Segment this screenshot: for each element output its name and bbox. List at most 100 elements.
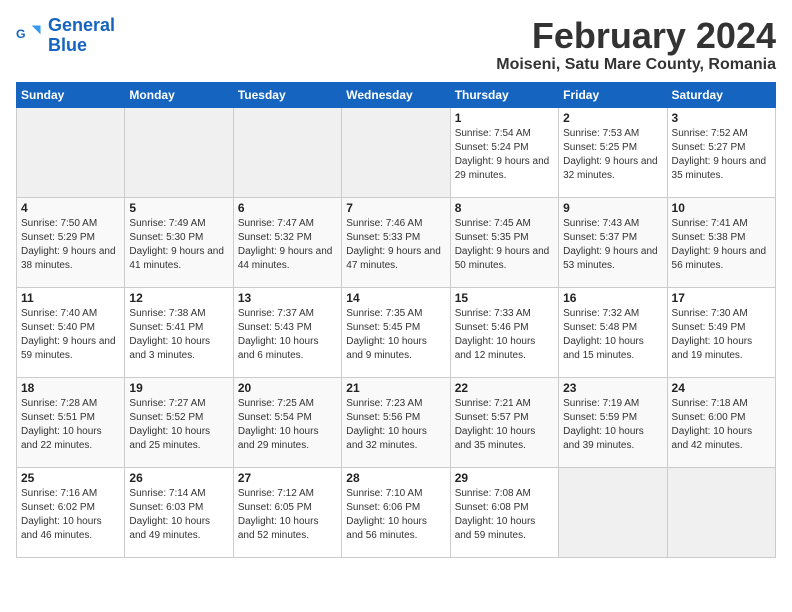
calendar-cell: 11 Sunrise: 7:40 AM Sunset: 5:40 PM Dayli… bbox=[17, 287, 125, 377]
day-number: 24 bbox=[672, 381, 771, 395]
calendar-cell bbox=[667, 467, 775, 557]
calendar-cell: 28 Sunrise: 7:10 AM Sunset: 6:06 PM Dayli… bbox=[342, 467, 450, 557]
day-number: 15 bbox=[455, 291, 554, 305]
day-number: 2 bbox=[563, 111, 662, 125]
day-number: 18 bbox=[21, 381, 120, 395]
day-info: Sunrise: 7:49 AM Sunset: 5:30 PM Dayligh… bbox=[129, 217, 228, 273]
calendar-week-row: 25 Sunrise: 7:16 AM Sunset: 6:02 PM Dayli… bbox=[17, 467, 776, 557]
page-header: G General Blue February 2024 Moiseni, Sa… bbox=[16, 16, 776, 74]
calendar-cell: 27Sunrise: 7:12 AM Sunset: 6:05 PM Dayli… bbox=[233, 467, 341, 557]
calendar-cell: 13 Sunrise: 7:37 AM Sunset: 5:43 PM Dayli… bbox=[233, 287, 341, 377]
day-info: Sunrise: 7:10 AM Sunset: 6:06 PM Dayligh… bbox=[346, 487, 445, 543]
calendar-cell: 16 Sunrise: 7:32 AM Sunset: 5:48 PM Dayli… bbox=[559, 287, 667, 377]
day-number: 8 bbox=[455, 201, 554, 215]
day-number: 16 bbox=[563, 291, 662, 305]
calendar-cell bbox=[125, 107, 233, 197]
calendar-cell: 22Sunrise: 7:21 AM Sunset: 5:57 PM Dayli… bbox=[450, 377, 558, 467]
calendar-cell: 7 Sunrise: 7:46 AM Sunset: 5:33 PM Daylig… bbox=[342, 197, 450, 287]
svg-text:G: G bbox=[16, 27, 26, 41]
day-number: 17 bbox=[672, 291, 771, 305]
day-number: 7 bbox=[346, 201, 445, 215]
day-info: Sunrise: 7:45 AM Sunset: 5:35 PM Dayligh… bbox=[455, 217, 554, 273]
calendar-header-row: Sunday Monday Tuesday Wednesday Thursday… bbox=[17, 82, 776, 107]
day-number: 29 bbox=[455, 471, 554, 485]
day-number: 27 bbox=[238, 471, 337, 485]
day-info: Sunrise: 7:19 AM Sunset: 5:59 PM Dayligh… bbox=[563, 397, 662, 453]
day-info: Sunrise: 7:27 AM Sunset: 5:52 PM Dayligh… bbox=[129, 397, 228, 453]
day-number: 28 bbox=[346, 471, 445, 485]
day-number: 3 bbox=[672, 111, 771, 125]
calendar-cell: 24 Sunrise: 7:18 AM Sunset: 6:00 PM Dayli… bbox=[667, 377, 775, 467]
calendar-cell: 3Sunrise: 7:52 AM Sunset: 5:27 PM Daylig… bbox=[667, 107, 775, 197]
day-number: 10 bbox=[672, 201, 771, 215]
day-info: Sunrise: 7:35 AM Sunset: 5:45 PM Dayligh… bbox=[346, 307, 445, 363]
day-info: Sunrise: 7:18 AM Sunset: 6:00 PM Dayligh… bbox=[672, 397, 771, 453]
header-monday: Monday bbox=[125, 82, 233, 107]
calendar-cell: 14Sunrise: 7:35 AM Sunset: 5:45 PM Dayli… bbox=[342, 287, 450, 377]
logo-line2: Blue bbox=[48, 35, 87, 55]
header-sunday: Sunday bbox=[17, 82, 125, 107]
day-info: Sunrise: 7:23 AM Sunset: 5:56 PM Dayligh… bbox=[346, 397, 445, 453]
calendar-week-row: 11 Sunrise: 7:40 AM Sunset: 5:40 PM Dayli… bbox=[17, 287, 776, 377]
calendar-table: Sunday Monday Tuesday Wednesday Thursday… bbox=[16, 82, 776, 558]
day-info: Sunrise: 7:33 AM Sunset: 5:46 PM Dayligh… bbox=[455, 307, 554, 363]
calendar-cell: 20Sunrise: 7:25 AM Sunset: 5:54 PM Dayli… bbox=[233, 377, 341, 467]
calendar-cell: 8 Sunrise: 7:45 AM Sunset: 5:35 PM Daylig… bbox=[450, 197, 558, 287]
calendar-cell: 21 Sunrise: 7:23 AM Sunset: 5:56 PM Dayli… bbox=[342, 377, 450, 467]
calendar-cell: 23Sunrise: 7:19 AM Sunset: 5:59 PM Dayli… bbox=[559, 377, 667, 467]
logo-line1: General bbox=[48, 15, 115, 35]
day-info: Sunrise: 7:16 AM Sunset: 6:02 PM Dayligh… bbox=[21, 487, 120, 543]
calendar-cell: 10 Sunrise: 7:41 AM Sunset: 5:38 PM Dayli… bbox=[667, 197, 775, 287]
calendar-cell: 25 Sunrise: 7:16 AM Sunset: 6:02 PM Dayli… bbox=[17, 467, 125, 557]
day-info: Sunrise: 7:21 AM Sunset: 5:57 PM Dayligh… bbox=[455, 397, 554, 453]
header-saturday: Saturday bbox=[667, 82, 775, 107]
day-info: Sunrise: 7:53 AM Sunset: 5:25 PM Dayligh… bbox=[563, 127, 662, 183]
calendar-cell: 12 Sunrise: 7:38 AM Sunset: 5:41 PM Dayli… bbox=[125, 287, 233, 377]
day-number: 4 bbox=[21, 201, 120, 215]
calendar-cell: 17 Sunrise: 7:30 AM Sunset: 5:49 PM Dayli… bbox=[667, 287, 775, 377]
header-wednesday: Wednesday bbox=[342, 82, 450, 107]
calendar-cell: 5Sunrise: 7:49 AM Sunset: 5:30 PM Daylig… bbox=[125, 197, 233, 287]
day-info: Sunrise: 7:40 AM Sunset: 5:40 PM Dayligh… bbox=[21, 307, 120, 363]
location-title: Moiseni, Satu Mare County, Romania bbox=[496, 56, 776, 74]
day-info: Sunrise: 7:37 AM Sunset: 5:43 PM Dayligh… bbox=[238, 307, 337, 363]
calendar-cell: 1 Sunrise: 7:54 AM Sunset: 5:24 PM Daylig… bbox=[450, 107, 558, 197]
day-info: Sunrise: 7:28 AM Sunset: 5:51 PM Dayligh… bbox=[21, 397, 120, 453]
day-info: Sunrise: 7:30 AM Sunset: 5:49 PM Dayligh… bbox=[672, 307, 771, 363]
calendar-cell: 4 Sunrise: 7:50 AM Sunset: 5:29 PM Daylig… bbox=[17, 197, 125, 287]
day-number: 20 bbox=[238, 381, 337, 395]
day-info: Sunrise: 7:41 AM Sunset: 5:38 PM Dayligh… bbox=[672, 217, 771, 273]
day-number: 19 bbox=[129, 381, 228, 395]
calendar-week-row: 18 Sunrise: 7:28 AM Sunset: 5:51 PM Dayli… bbox=[17, 377, 776, 467]
day-number: 12 bbox=[129, 291, 228, 305]
day-number: 11 bbox=[21, 291, 120, 305]
calendar-cell bbox=[17, 107, 125, 197]
calendar-cell: 15 Sunrise: 7:33 AM Sunset: 5:46 PM Dayli… bbox=[450, 287, 558, 377]
day-number: 26 bbox=[129, 471, 228, 485]
day-number: 21 bbox=[346, 381, 445, 395]
header-tuesday: Tuesday bbox=[233, 82, 341, 107]
day-info: Sunrise: 7:38 AM Sunset: 5:41 PM Dayligh… bbox=[129, 307, 228, 363]
day-number: 1 bbox=[455, 111, 554, 125]
header-thursday: Thursday bbox=[450, 82, 558, 107]
calendar-cell: 29 Sunrise: 7:08 AM Sunset: 6:08 PM Dayli… bbox=[450, 467, 558, 557]
calendar-cell bbox=[342, 107, 450, 197]
day-info: Sunrise: 7:08 AM Sunset: 6:08 PM Dayligh… bbox=[455, 487, 554, 543]
day-info: Sunrise: 7:54 AM Sunset: 5:24 PM Dayligh… bbox=[455, 127, 554, 183]
day-info: Sunrise: 7:50 AM Sunset: 5:29 PM Dayligh… bbox=[21, 217, 120, 273]
day-info: Sunrise: 7:14 AM Sunset: 6:03 PM Dayligh… bbox=[129, 487, 228, 543]
month-title: February 2024 bbox=[496, 16, 776, 56]
day-number: 13 bbox=[238, 291, 337, 305]
title-block: February 2024 Moiseni, Satu Mare County,… bbox=[496, 16, 776, 74]
calendar-cell bbox=[559, 467, 667, 557]
day-number: 25 bbox=[21, 471, 120, 485]
calendar-cell: 9Sunrise: 7:43 AM Sunset: 5:37 PM Daylig… bbox=[559, 197, 667, 287]
logo: G General Blue bbox=[16, 16, 115, 56]
header-friday: Friday bbox=[559, 82, 667, 107]
calendar-week-row: 1 Sunrise: 7:54 AM Sunset: 5:24 PM Daylig… bbox=[17, 107, 776, 197]
calendar-cell: 6Sunrise: 7:47 AM Sunset: 5:32 PM Daylig… bbox=[233, 197, 341, 287]
calendar-cell: 18 Sunrise: 7:28 AM Sunset: 5:51 PM Dayli… bbox=[17, 377, 125, 467]
day-info: Sunrise: 7:46 AM Sunset: 5:33 PM Dayligh… bbox=[346, 217, 445, 273]
day-info: Sunrise: 7:32 AM Sunset: 5:48 PM Dayligh… bbox=[563, 307, 662, 363]
day-info: Sunrise: 7:47 AM Sunset: 5:32 PM Dayligh… bbox=[238, 217, 337, 273]
